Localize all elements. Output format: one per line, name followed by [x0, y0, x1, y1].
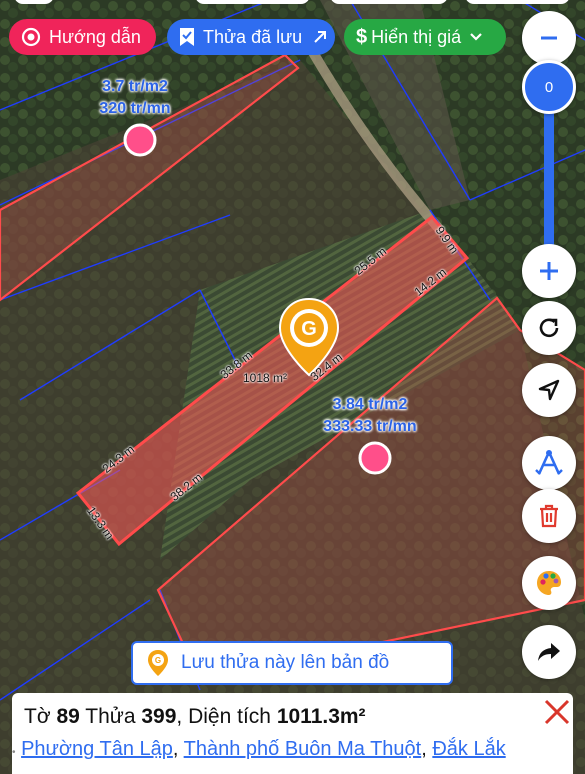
plot-price-top: 3.7 tr/m2 320 tr/mn: [80, 76, 190, 120]
logo-pin-icon: G: [147, 649, 169, 677]
chevron-down-icon: [469, 32, 483, 42]
ward-link[interactable]: Phường Tân Lập: [21, 738, 173, 760]
zoom-slider-handle[interactable]: 0: [522, 60, 576, 114]
top-bar-remnant: [195, 0, 310, 4]
refresh-button[interactable]: [522, 301, 576, 355]
share-button[interactable]: [522, 625, 576, 679]
plot-point-top[interactable]: [123, 123, 157, 157]
locate-button[interactable]: [522, 363, 576, 417]
svg-text:G: G: [301, 318, 317, 340]
area-value: 1011.3m²: [276, 705, 366, 728]
guide-button[interactable]: Hướng dẫn: [9, 19, 156, 55]
sheet-prefix: Tờ: [24, 705, 51, 728]
zoom-out-button[interactable]: [522, 11, 576, 65]
city-link[interactable]: Thành phố Buôn Ma Thuột: [184, 738, 422, 760]
zoom-level: 0: [544, 78, 554, 96]
plot-prefix: Thửa: [85, 705, 136, 728]
area-prefix: , Diện tích: [176, 705, 271, 728]
zoom-in-button[interactable]: [522, 244, 576, 298]
top-bar-remnant: [465, 0, 570, 4]
top-bar-remnant: [330, 0, 448, 4]
zoom-slider-track[interactable]: [544, 90, 554, 260]
palette-icon: [534, 568, 564, 598]
saved-label: Thửa đã lưu: [203, 26, 303, 47]
compass-measure-icon: [534, 448, 564, 478]
sheet-number: 89: [56, 705, 80, 728]
plus-icon: [537, 259, 561, 283]
saved-plots-button[interactable]: Thửa đã lưu: [167, 19, 335, 55]
plot-price-right: 3.84 tr/m2 333.33 tr/mn: [305, 394, 435, 438]
layer-style-button[interactable]: [522, 556, 576, 610]
measure-button[interactable]: [522, 436, 576, 490]
price-total: 333.33 tr/mn: [323, 418, 417, 435]
plot-point-right[interactable]: [358, 441, 392, 475]
province-link[interactable]: Đắk Lắk: [432, 738, 505, 760]
show-price-dropdown[interactable]: $ Hiển thị giá: [344, 19, 506, 55]
svg-text:G: G: [155, 656, 161, 665]
close-button[interactable]: [541, 696, 573, 728]
close-icon: [543, 698, 571, 726]
price-label: Hiển thị giá: [371, 26, 462, 47]
delete-button[interactable]: [522, 489, 576, 543]
price-per-m2: 3.84 tr/m2: [332, 396, 408, 413]
plot-number: 399: [141, 705, 177, 728]
share-arrow-icon: [536, 641, 562, 663]
navigation-arrow-icon: [537, 378, 561, 402]
target-icon: [21, 27, 41, 47]
arrow-up-right-icon: [312, 29, 328, 45]
plot-summary: Tờ 89 Thửa 399, Diện tích 1011.3m²: [24, 705, 366, 729]
dollar-icon: $: [356, 25, 368, 48]
location-pin-icon: •: [12, 747, 16, 758]
top-bar-remnant: [14, 0, 54, 4]
save-plot-button[interactable]: G Lưu thửa này lên bản đồ: [131, 641, 453, 685]
guide-label: Hướng dẫn: [49, 26, 141, 47]
plot-info-panel: Tờ 89 Thửa 399, Diện tích 1011.3m² • Phư…: [12, 693, 573, 774]
price-per-m2: 3.7 tr/m2: [102, 78, 168, 95]
minus-icon: [538, 27, 560, 49]
area-label: 1018 m²: [243, 371, 288, 385]
bookmark-check-icon: [179, 27, 195, 47]
address-line: • Phường Tân Lập, Thành phố Buôn Ma Thuộ…: [12, 738, 506, 760]
price-total: 320 tr/mn: [99, 100, 171, 117]
save-plot-label: Lưu thửa này lên bản đồ: [181, 652, 390, 673]
refresh-icon: [536, 315, 562, 341]
trash-icon: [538, 504, 560, 528]
